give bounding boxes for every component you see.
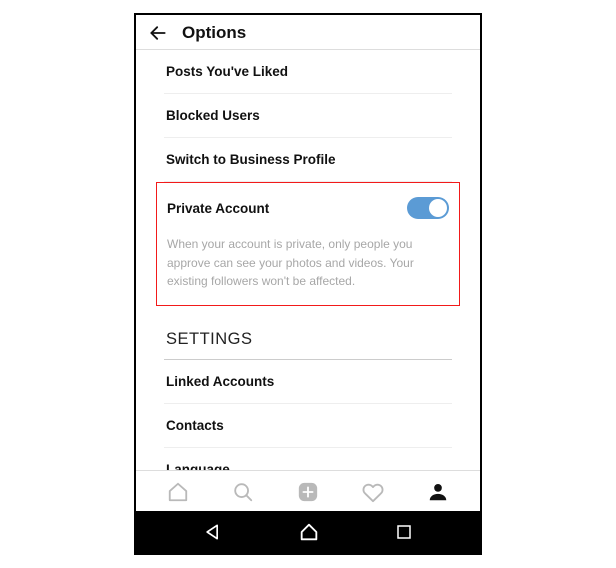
- profile-icon: [427, 481, 449, 503]
- heart-icon: [362, 481, 384, 503]
- option-linked-accounts[interactable]: Linked Accounts: [164, 360, 452, 404]
- app-header: Options: [136, 15, 480, 50]
- android-home[interactable]: [298, 521, 320, 543]
- options-content: Posts You've Liked Blocked Users Switch …: [136, 50, 480, 470]
- option-language[interactable]: Language: [164, 448, 452, 470]
- tab-search[interactable]: [223, 479, 263, 505]
- option-contacts[interactable]: Contacts: [164, 404, 452, 448]
- option-label: Blocked Users: [166, 108, 260, 123]
- option-label: Linked Accounts: [166, 374, 274, 389]
- option-blocked-users[interactable]: Blocked Users: [164, 94, 452, 138]
- android-recent[interactable]: [395, 523, 413, 541]
- home-icon: [167, 481, 189, 503]
- page-title: Options: [182, 23, 246, 43]
- toggle-knob: [429, 199, 447, 217]
- private-account-description: When your account is private, only peopl…: [165, 233, 451, 305]
- arrow-left-icon: [148, 23, 168, 43]
- phone-frame: Options Posts You've Liked Blocked Users…: [134, 13, 482, 555]
- triangle-back-icon: [203, 522, 223, 542]
- option-posts-liked[interactable]: Posts You've Liked: [164, 50, 452, 94]
- option-label: Language: [166, 462, 230, 470]
- option-label: Switch to Business Profile: [166, 152, 336, 167]
- option-label: Posts You've Liked: [166, 64, 288, 79]
- highlight-box: Private Account When your account is pri…: [156, 182, 460, 306]
- tab-add[interactable]: [288, 479, 328, 505]
- square-recent-icon: [395, 523, 413, 541]
- tab-home[interactable]: [158, 479, 198, 505]
- android-back[interactable]: [203, 522, 223, 542]
- option-label: Contacts: [166, 418, 224, 433]
- tab-activity[interactable]: [353, 479, 393, 505]
- search-icon: [232, 481, 254, 503]
- bottom-tab-bar: [136, 470, 480, 511]
- back-button[interactable]: [148, 23, 168, 43]
- android-home-icon: [298, 521, 320, 543]
- private-account-toggle[interactable]: [407, 197, 449, 219]
- settings-section-header: SETTINGS: [164, 306, 452, 360]
- add-post-icon: [297, 481, 319, 503]
- tab-profile[interactable]: [418, 479, 458, 505]
- option-private-account[interactable]: Private Account: [165, 183, 451, 233]
- option-label: Private Account: [167, 201, 269, 216]
- android-nav-bar: [136, 511, 480, 553]
- option-switch-business[interactable]: Switch to Business Profile: [164, 138, 452, 182]
